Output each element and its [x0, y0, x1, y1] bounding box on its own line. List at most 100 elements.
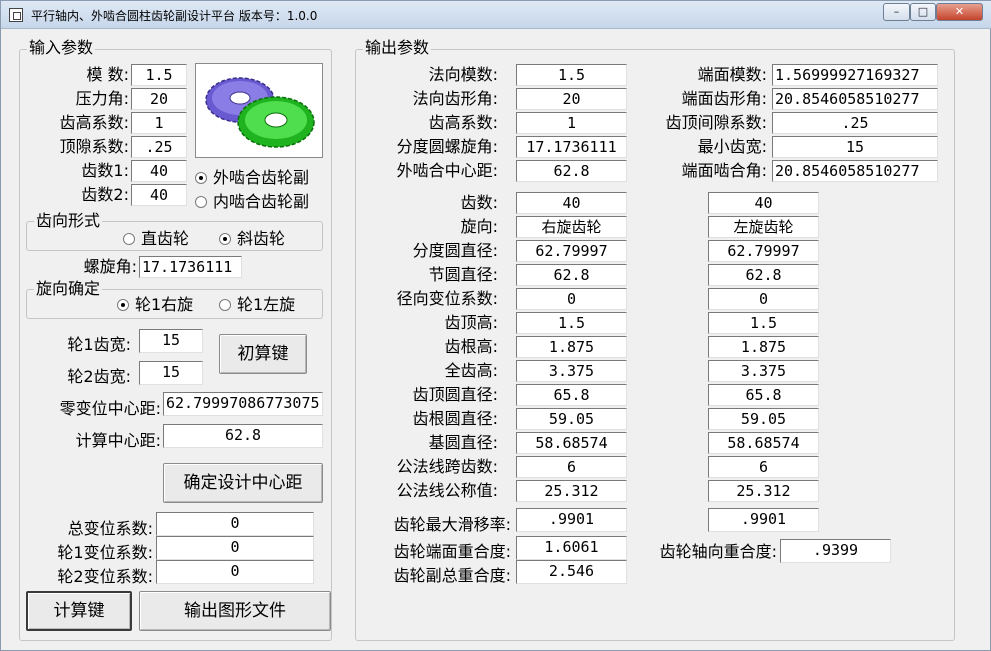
hand-direction-title: 旋向确定	[34, 279, 103, 298]
gear2-value-field[interactable]: 65.8	[708, 384, 819, 406]
gear1-value-field[interactable]: 59.05	[516, 408, 627, 430]
transverse-contact-label: 齿轮端面重合度:	[393, 542, 511, 561]
gear2-value-field[interactable]: 25.312	[708, 480, 819, 502]
minimize-button[interactable]: –	[883, 3, 910, 21]
close-button[interactable]: ✕	[936, 3, 983, 21]
zero-shift-center-input[interactable]: 62.79997086773075	[163, 392, 323, 416]
gear-row-label: 旋向:	[460, 217, 498, 236]
helix-angle-input[interactable]: 17.1736111	[139, 256, 242, 278]
gear2-value-field[interactable]: 0	[708, 288, 819, 310]
hand-left-radio[interactable]: 轮1左旋	[219, 295, 295, 315]
teeth1-input[interactable]: 40	[131, 160, 187, 182]
gear-row-label: 分度圆直径:	[412, 241, 498, 260]
transverse-pressure-label: 端面齿形角:	[681, 89, 767, 108]
gear2-value-field[interactable]: 1.5	[708, 312, 819, 334]
export-graphics-button[interactable]: 输出图形文件	[139, 591, 331, 631]
confirm-center-button[interactable]: 确定设计中心距	[163, 463, 323, 503]
internal-mesh-radio[interactable]: 内啮合齿轮副	[195, 192, 309, 212]
gear-row-label: 齿根圆直径:	[412, 409, 498, 428]
gear1-value-field[interactable]: 65.8	[516, 384, 627, 406]
gear1-value-field[interactable]: 3.375	[516, 360, 627, 382]
gear2-value-field[interactable]: 40	[708, 192, 819, 214]
width2-input[interactable]: 15	[139, 361, 203, 385]
normal-module-field[interactable]: 1.5	[516, 64, 627, 86]
radio-unselected-icon	[195, 196, 207, 208]
gear2-value-field[interactable]: 59.05	[708, 408, 819, 430]
helical-radio[interactable]: 斜齿轮	[219, 229, 285, 249]
center-distance-field[interactable]: 62.8	[516, 160, 627, 182]
gear1-value-field[interactable]: 1.5	[516, 312, 627, 334]
spur-label: 直齿轮	[141, 229, 190, 248]
shift1-input[interactable]: 0	[156, 536, 314, 560]
gear-row-label: 径向变位系数:	[396, 289, 498, 308]
gear-row-label: 齿顶圆直径:	[412, 385, 498, 404]
total-contact-field[interactable]: 2.546	[516, 560, 627, 584]
initial-calc-button[interactable]: 初算键	[219, 334, 307, 374]
gear1-value-field[interactable]: 0	[516, 288, 627, 310]
gear-row-label: 基圆直径:	[428, 433, 498, 452]
addendum-coef-input[interactable]: 1	[131, 112, 187, 134]
out-helix-angle-field[interactable]: 17.1736111	[516, 136, 627, 158]
app-icon	[9, 8, 23, 22]
gear-pair-icon	[205, 77, 315, 148]
shift2-input[interactable]: 0	[156, 560, 314, 584]
pressure-angle-input[interactable]: 20	[131, 88, 187, 110]
min-width-field[interactable]: 15	[772, 136, 938, 158]
gear2-value-field[interactable]: 62.8	[708, 264, 819, 286]
transverse-pressure-field[interactable]: 20.8546058510277	[772, 88, 938, 110]
spur-radio[interactable]: 直齿轮	[123, 229, 189, 249]
clearance-coef-input[interactable]: .25	[131, 136, 187, 158]
gear-row-label: 节圆直径:	[428, 265, 498, 284]
transverse-contact-field[interactable]: 1.6061	[516, 536, 627, 560]
gear-row-label: 全齿高:	[444, 361, 498, 380]
gear1-value-field[interactable]: 1.875	[516, 336, 627, 358]
input-params-title: 输入参数	[27, 38, 96, 57]
module-input[interactable]: 1.5	[131, 64, 187, 86]
gear2-value-field[interactable]: 1.875	[708, 336, 819, 358]
gear1-value-field[interactable]: 62.8	[516, 264, 627, 286]
calc-center-label: 计算中心距:	[75, 431, 161, 450]
normal-module-label: 法向模数:	[428, 65, 498, 84]
gear2-value-field[interactable]: 左旋齿轮	[708, 216, 819, 238]
gear1-value-field[interactable]: 右旋齿轮	[516, 216, 627, 238]
gear2-value-field[interactable]: 58.68574	[708, 432, 819, 454]
gear2-value-field[interactable]: 3.375	[708, 360, 819, 382]
helix-angle-label: 螺旋角:	[83, 257, 137, 276]
gear1-value-field[interactable]: 25.312	[516, 480, 627, 502]
gear1-value-field[interactable]: 58.68574	[516, 432, 627, 454]
transverse-mesh-field[interactable]: 20.8546058510277	[772, 160, 938, 182]
max-slip-gear2-field[interactable]: .9901	[708, 508, 819, 532]
axial-contact-label: 齿轮轴向重合度:	[659, 542, 777, 561]
transverse-module-field[interactable]: 1.56999927169327	[772, 64, 938, 86]
width1-label: 轮1齿宽:	[67, 335, 131, 354]
gear1-value-field[interactable]: 62.79997	[516, 240, 627, 262]
hand-left-label: 轮1左旋	[237, 295, 296, 314]
min-width-label: 最小齿宽:	[697, 137, 767, 156]
addendum-coef-label: 齿高系数:	[59, 113, 129, 132]
width1-input[interactable]: 15	[139, 329, 203, 353]
teeth2-input[interactable]: 40	[131, 184, 187, 206]
gear1-value-field[interactable]: 40	[516, 192, 627, 214]
max-slip-gear1-field[interactable]: .9901	[516, 508, 627, 532]
normal-pressure-label: 法向齿形角:	[412, 89, 498, 108]
out-addendum-coef-field[interactable]: 1	[516, 112, 627, 134]
tooth-form-title: 齿向形式	[34, 211, 103, 230]
maximize-button[interactable]: □	[910, 3, 936, 21]
internal-mesh-label: 内啮合齿轮副	[213, 192, 310, 211]
radio-selected-icon	[195, 172, 207, 184]
total-shift-input[interactable]: 0	[156, 512, 314, 536]
shift2-label: 轮2变位系数:	[57, 567, 153, 586]
gear2-value-field[interactable]: 62.79997	[708, 240, 819, 262]
gear1-value-field[interactable]: 6	[516, 456, 627, 478]
axial-contact-field[interactable]: .9399	[780, 539, 891, 563]
window-title: 平行轴内、外啮合圆柱齿轮副设计平台 版本号：1.0.0	[31, 9, 318, 23]
out-clearance-coef-field[interactable]: .25	[772, 112, 938, 134]
external-mesh-radio[interactable]: 外啮合齿轮副	[195, 168, 309, 188]
calc-center-input[interactable]: 62.8	[163, 424, 323, 448]
out-addendum-coef-label: 齿高系数:	[428, 113, 498, 132]
normal-pressure-field[interactable]: 20	[516, 88, 627, 110]
calculate-button[interactable]: 计算键	[26, 591, 132, 631]
hand-right-radio[interactable]: 轮1右旋	[117, 295, 193, 315]
clearance-coef-label: 顶隙系数:	[59, 137, 129, 156]
gear2-value-field[interactable]: 6	[708, 456, 819, 478]
